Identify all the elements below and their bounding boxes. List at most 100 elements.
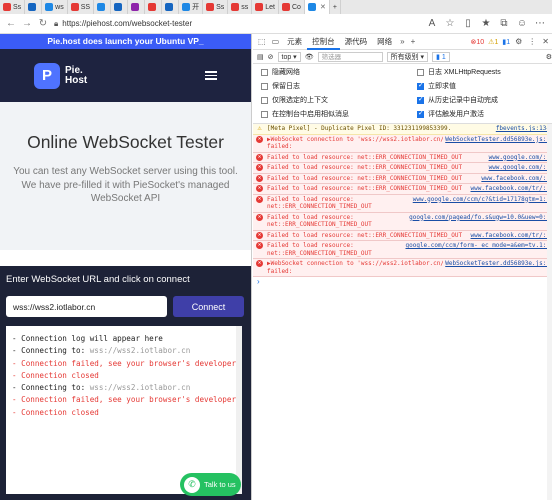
forward-icon[interactable]: →: [22, 18, 32, 29]
console-warning[interactable]: ⚠ [Meta Pixel] - Duplicate Pixel ID: 3312…: [253, 124, 552, 135]
favorites-icon[interactable]: ★: [480, 18, 492, 29]
console-source-link[interactable]: fbevents.js:134: [493, 125, 550, 133]
browser-tab[interactable]: Let: [252, 0, 279, 14]
back-icon[interactable]: ←: [6, 18, 16, 29]
promo-banner[interactable]: Pie.host does launch your Ubuntu VP_: [0, 34, 251, 49]
tab-favicon-icon: [231, 3, 240, 11]
console-error[interactable]: ✕ ▶WebSocket connection to 'wss://wss2.io…: [253, 134, 552, 153]
console-error[interactable]: ✕ Failed to load resource: net::ERR_CONNE…: [253, 241, 552, 259]
hamburger-menu-icon[interactable]: [205, 71, 217, 80]
close-devtools-icon[interactable]: ✕: [539, 37, 552, 46]
setting-hide-network[interactable]: 隐藏网络: [261, 67, 300, 77]
console-source-link[interactable]: google.com/ccm/form-_ec_mode=a&em=tv.1:1: [403, 242, 550, 250]
setting-user-activation[interactable]: 评估触发用户激活: [417, 109, 484, 119]
log-text: - Connection log will appear here: [12, 334, 163, 343]
new-tab-button[interactable]: +: [330, 0, 341, 14]
clear-console-icon[interactable]: ⊘: [268, 53, 274, 61]
warning-count-badge[interactable]: ⚠1: [486, 38, 500, 46]
console-source-link[interactable]: WebSocketTester.dd56893e.js:1: [443, 260, 550, 268]
checkbox[interactable]: [417, 81, 424, 90]
setting-preserve-log[interactable]: 保留日志: [261, 81, 300, 91]
split-screen-icon[interactable]: ▯: [462, 18, 474, 29]
console-source-link[interactable]: www.google.com/ccm/c?&tid=17178gtm=1:1: [410, 195, 550, 203]
console-prompt[interactable]: ›: [253, 277, 552, 287]
connection-log[interactable]: - Connection log will appear here - Conne…: [6, 326, 242, 494]
setting-group-similar[interactable]: 在控制台中启用相似消息: [261, 109, 349, 119]
console-settings-icon[interactable]: ⚙: [546, 53, 552, 61]
tab-network[interactable]: 网络: [372, 34, 397, 50]
console-error[interactable]: ✕ Failed to load resource: net::ERR_CONNE…: [253, 194, 552, 213]
browser-tab[interactable]: SS: [68, 0, 95, 14]
browser-tab[interactable]: [145, 0, 163, 14]
console-source-link[interactable]: www.google.com/:1: [486, 164, 550, 172]
checkbox[interactable]: [417, 68, 424, 76]
profile-icon[interactable]: ☺: [516, 18, 528, 29]
browser-tab[interactable]: [94, 0, 112, 14]
whatsapp-chat-button[interactable]: ✆ Talk to us: [180, 473, 241, 496]
browser-tab[interactable]: Co: [279, 0, 305, 14]
context-selector[interactable]: top ▾: [277, 51, 301, 62]
console-error[interactable]: ✕ ▶WebSocket connection to 'wss://wss2.io…: [253, 259, 552, 277]
url-field[interactable]: 🔒︎ https://piehost.com/websocket-tester: [54, 17, 264, 31]
console-error[interactable]: ✕ Failed to load resource: net::ERR_CONNE…: [253, 212, 552, 231]
console-source-link[interactable]: www.facebook.com/tr/:1: [468, 231, 550, 239]
setting-eager-eval[interactable]: 立即求值: [417, 81, 456, 91]
websocket-url-input[interactable]: [6, 296, 167, 317]
checkbox[interactable]: [261, 68, 268, 76]
console-scrollbar[interactable]: [547, 124, 552, 500]
console-source-link[interactable]: www.facebook.com/:1: [479, 174, 550, 182]
log-scrollbar[interactable]: [236, 326, 242, 494]
reader-icon[interactable]: A: [426, 18, 438, 29]
checkbox[interactable]: [261, 110, 268, 118]
browser-tab[interactable]: 开: [179, 0, 204, 14]
console-source-link[interactable]: www.google.com/:1: [486, 153, 550, 161]
browser-tab[interactable]: ✕: [304, 0, 330, 14]
browser-tab[interactable]: [162, 0, 180, 14]
device-toolbar-icon[interactable]: ▭: [269, 37, 283, 46]
browser-tab[interactable]: ws: [42, 0, 68, 14]
console-error[interactable]: ✕ Failed to load resource: net::ERR_CONNE…: [253, 173, 552, 184]
close-tab-icon[interactable]: ✕: [320, 3, 326, 11]
log-level-selector[interactable]: 所有级别 ▾: [386, 51, 429, 62]
more-tabs-icon[interactable]: »: [397, 37, 407, 46]
browser-tab[interactable]: Ss: [203, 0, 229, 14]
console-source-link[interactable]: google.com/pagead/fo.s&ugw=10.0&uew=0:1: [407, 213, 550, 221]
console-error[interactable]: ✕ Failed to load resource: net::ERR_CONNE…: [253, 184, 552, 195]
live-expression-icon[interactable]: 👁︎: [305, 53, 314, 61]
console-error[interactable]: ✕ Failed to load resource: net::ERR_CONNE…: [253, 163, 552, 174]
tab-elements[interactable]: 元素: [282, 34, 307, 50]
console-source-link[interactable]: WebSocketTester.dd56893e.js:1: [443, 135, 550, 143]
checkbox[interactable]: [261, 82, 268, 90]
info-count-badge[interactable]: ▮1: [500, 38, 512, 46]
error-count-badge[interactable]: ⊗10: [469, 38, 487, 46]
console-source-link[interactable]: www.facebook.com/tr/:1: [468, 185, 550, 193]
browser-tab[interactable]: ss: [228, 0, 253, 14]
setting-autocomplete-history[interactable]: 从历史记录中自动完成: [417, 95, 498, 105]
browser-tab[interactable]: Ss: [0, 0, 26, 14]
connect-button[interactable]: Connect: [173, 296, 244, 317]
sidebar-toggle-icon[interactable]: ▤: [257, 53, 264, 61]
favorite-star-icon[interactable]: ☆: [444, 18, 456, 29]
checkbox[interactable]: [417, 109, 424, 118]
browser-tab[interactable]: [25, 0, 43, 14]
reload-icon[interactable]: ↻: [38, 18, 48, 29]
more-menu-icon[interactable]: ⋯: [534, 18, 546, 29]
browser-tab[interactable]: [128, 0, 146, 14]
console-filter-input[interactable]: 筛选器: [317, 51, 383, 62]
inspect-element-icon[interactable]: ⬚: [255, 37, 269, 46]
console-error[interactable]: ✕ Failed to load resource: net::ERR_CONNE…: [253, 230, 552, 241]
setting-selected-context-only[interactable]: 仅限选定的上下文: [261, 95, 328, 105]
console-error[interactable]: ✕ Failed to load resource: net::ERR_CONNE…: [253, 152, 552, 163]
customize-icon[interactable]: ⋮: [525, 37, 539, 46]
piehost-logo[interactable]: P Pie. Host: [34, 62, 87, 89]
setting-log-xhr[interactable]: 日志 XMLHttpRequests: [417, 67, 501, 77]
settings-gear-icon[interactable]: ⚙: [512, 37, 525, 46]
checkbox[interactable]: [417, 95, 424, 104]
collections-icon[interactable]: ⧉: [498, 18, 510, 29]
add-tab-icon[interactable]: +: [408, 37, 419, 46]
issues-badge[interactable]: ▮ 1: [432, 51, 450, 62]
tab-sources[interactable]: 源代码: [340, 34, 373, 50]
tab-console[interactable]: 控制台: [307, 34, 340, 50]
browser-tab[interactable]: [111, 0, 129, 14]
checkbox[interactable]: [261, 96, 268, 104]
